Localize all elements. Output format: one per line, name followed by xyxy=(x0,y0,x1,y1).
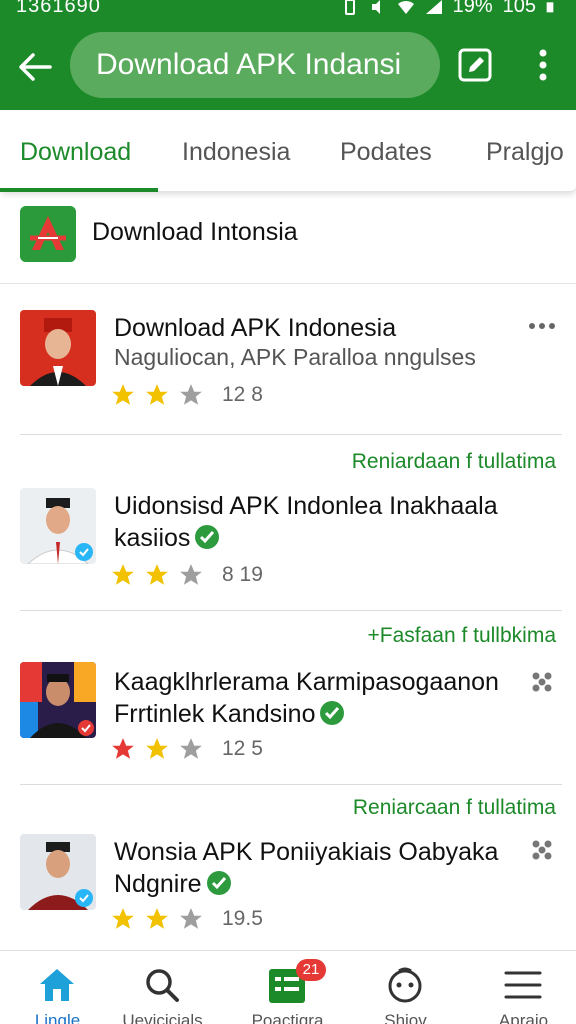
tab-pralgjo[interactable]: Pralgjo xyxy=(486,112,564,192)
divider xyxy=(20,434,562,435)
nav-item-search[interactable]: Uevicicials xyxy=(105,951,220,1024)
promo-text[interactable]: Reniardaan f tullatima xyxy=(352,450,556,474)
more-horiz-icon[interactable] xyxy=(526,312,558,340)
divider xyxy=(20,784,562,785)
rating-count: 12 8 xyxy=(222,383,263,406)
nav-label: Shiov xyxy=(384,1011,427,1024)
tab-indonesia[interactable]: Indonesia xyxy=(182,112,290,192)
verified-badge-icon xyxy=(195,525,220,549)
menu-icon xyxy=(504,971,542,999)
mute-icon xyxy=(371,0,380,14)
nav-item-home[interactable]: Lingle xyxy=(0,951,115,1024)
back-arrow-icon[interactable] xyxy=(14,46,56,88)
home-icon xyxy=(40,969,74,1001)
star-empty-icon xyxy=(180,908,202,929)
app-subtitle: Naguliocan, APK Paralloa nngulses xyxy=(114,344,476,370)
wifi-icon xyxy=(397,0,414,14)
tab-bar: Download Indonesia Podates Pralgjo xyxy=(0,112,576,192)
grid-dots-icon[interactable] xyxy=(526,668,558,696)
app-bar: Download APK Indansi xyxy=(0,24,576,110)
status-bar: 1361690 19% 105 xyxy=(0,0,576,24)
search-field[interactable]: Download APK Indansi xyxy=(70,32,440,98)
rating-count: 12 5 xyxy=(222,737,263,760)
app-list-item[interactable]: Download APK Indonesia Naguliocan, APK P… xyxy=(0,284,576,436)
tab-podates[interactable]: Podates xyxy=(340,112,432,192)
status-extra: 105 xyxy=(502,0,536,17)
promo-text[interactable]: Reniarcaan f tullatima xyxy=(353,796,556,820)
verified-badge-icon xyxy=(320,701,345,725)
app-rating: 12 5 xyxy=(110,736,263,762)
app-rating: 8 19 xyxy=(110,562,263,588)
status-time: 1361690 xyxy=(16,0,101,17)
app-thumbnail xyxy=(20,834,96,910)
rating-count: 8 19 xyxy=(222,563,263,586)
app-title-text: Wonsia APK Poniiyakiais Oabyaka Ndgnire xyxy=(114,838,499,898)
tab-indicator xyxy=(0,188,158,192)
nav-label: Apraio xyxy=(498,1011,549,1024)
star-icon xyxy=(146,384,168,405)
star-empty-icon xyxy=(180,738,202,759)
app-thumbnail xyxy=(20,488,96,564)
nav-label: Uevicicials xyxy=(122,1011,203,1024)
app-title: Uidonsisd APK Indonlea Inakhaala kasiios xyxy=(114,490,534,554)
star-icon xyxy=(112,564,134,585)
promo-text[interactable]: +Fasfaan f tullbkima xyxy=(367,624,556,648)
star-empty-icon xyxy=(180,384,202,405)
signal-icon xyxy=(425,0,442,14)
app-title-text: Uidonsisd APK Indonlea Inakhaala kasiios xyxy=(114,492,498,552)
nav-label: Lingle xyxy=(34,1011,81,1024)
section-title: Download Intonsia xyxy=(92,218,298,246)
face-icon xyxy=(388,967,422,1003)
nav-label: Poactiqra xyxy=(251,1011,324,1024)
app-title-text: Kaagklhrlerama Karmipasogaanon Frrtinlek… xyxy=(114,668,499,728)
bottom-nav: Lingle Uevicicials 21 Poactiqra Shiov Ap… xyxy=(0,950,576,1024)
verified-badge-icon xyxy=(206,871,231,895)
grid-dots-icon[interactable] xyxy=(526,836,558,864)
star-icon xyxy=(146,908,168,929)
app-logo-icon xyxy=(20,206,76,262)
star-icon xyxy=(146,564,168,585)
app-thumbnail xyxy=(20,662,96,738)
more-vert-icon[interactable] xyxy=(528,44,558,86)
section-header[interactable]: Download Intonsia xyxy=(0,200,576,284)
app-rating: 12 8 xyxy=(110,382,263,408)
app-title: Download APK Indonesia xyxy=(114,314,397,342)
app-list-item[interactable]: Reniardaan f tullatima Uidonsisd APK Ind… xyxy=(0,436,576,612)
app-list-item[interactable]: Reniarcaan f tullatima Wonsia APK Poniiy… xyxy=(0,786,576,950)
star-empty-icon xyxy=(180,564,202,585)
status-icons: 19% 105 xyxy=(341,0,558,18)
star-red-icon xyxy=(112,738,134,759)
nav-item-profile[interactable]: Shiov xyxy=(348,951,463,1024)
app-list-item[interactable]: +Fasfaan f tullbkima Kaagklhrlerama Karm… xyxy=(0,612,576,786)
app-title: Kaagklhrlerama Karmipasogaanon Frrtinlek… xyxy=(114,666,514,730)
app-title: Wonsia APK Poniiyakiais Oabyaka Ndgnire xyxy=(114,836,524,900)
star-icon xyxy=(112,908,134,929)
star-icon xyxy=(112,384,134,405)
star-icon xyxy=(146,738,168,759)
search-icon xyxy=(146,969,179,1002)
notification-badge: 21 xyxy=(296,959,326,981)
rating-count: 19.5 xyxy=(222,907,263,930)
nav-item-list[interactable]: 21 Poactiqra xyxy=(230,951,345,1024)
battery-percent: 19% xyxy=(452,0,493,17)
edit-icon[interactable] xyxy=(456,46,494,84)
app-thumbnail xyxy=(20,310,96,386)
vibrate-icon xyxy=(344,0,355,15)
battery-icon xyxy=(546,1,554,12)
tab-download[interactable]: Download xyxy=(20,112,131,192)
app-rating: 19.5 xyxy=(110,906,263,932)
divider xyxy=(20,610,562,611)
nav-item-menu[interactable]: Apraio xyxy=(466,951,576,1024)
